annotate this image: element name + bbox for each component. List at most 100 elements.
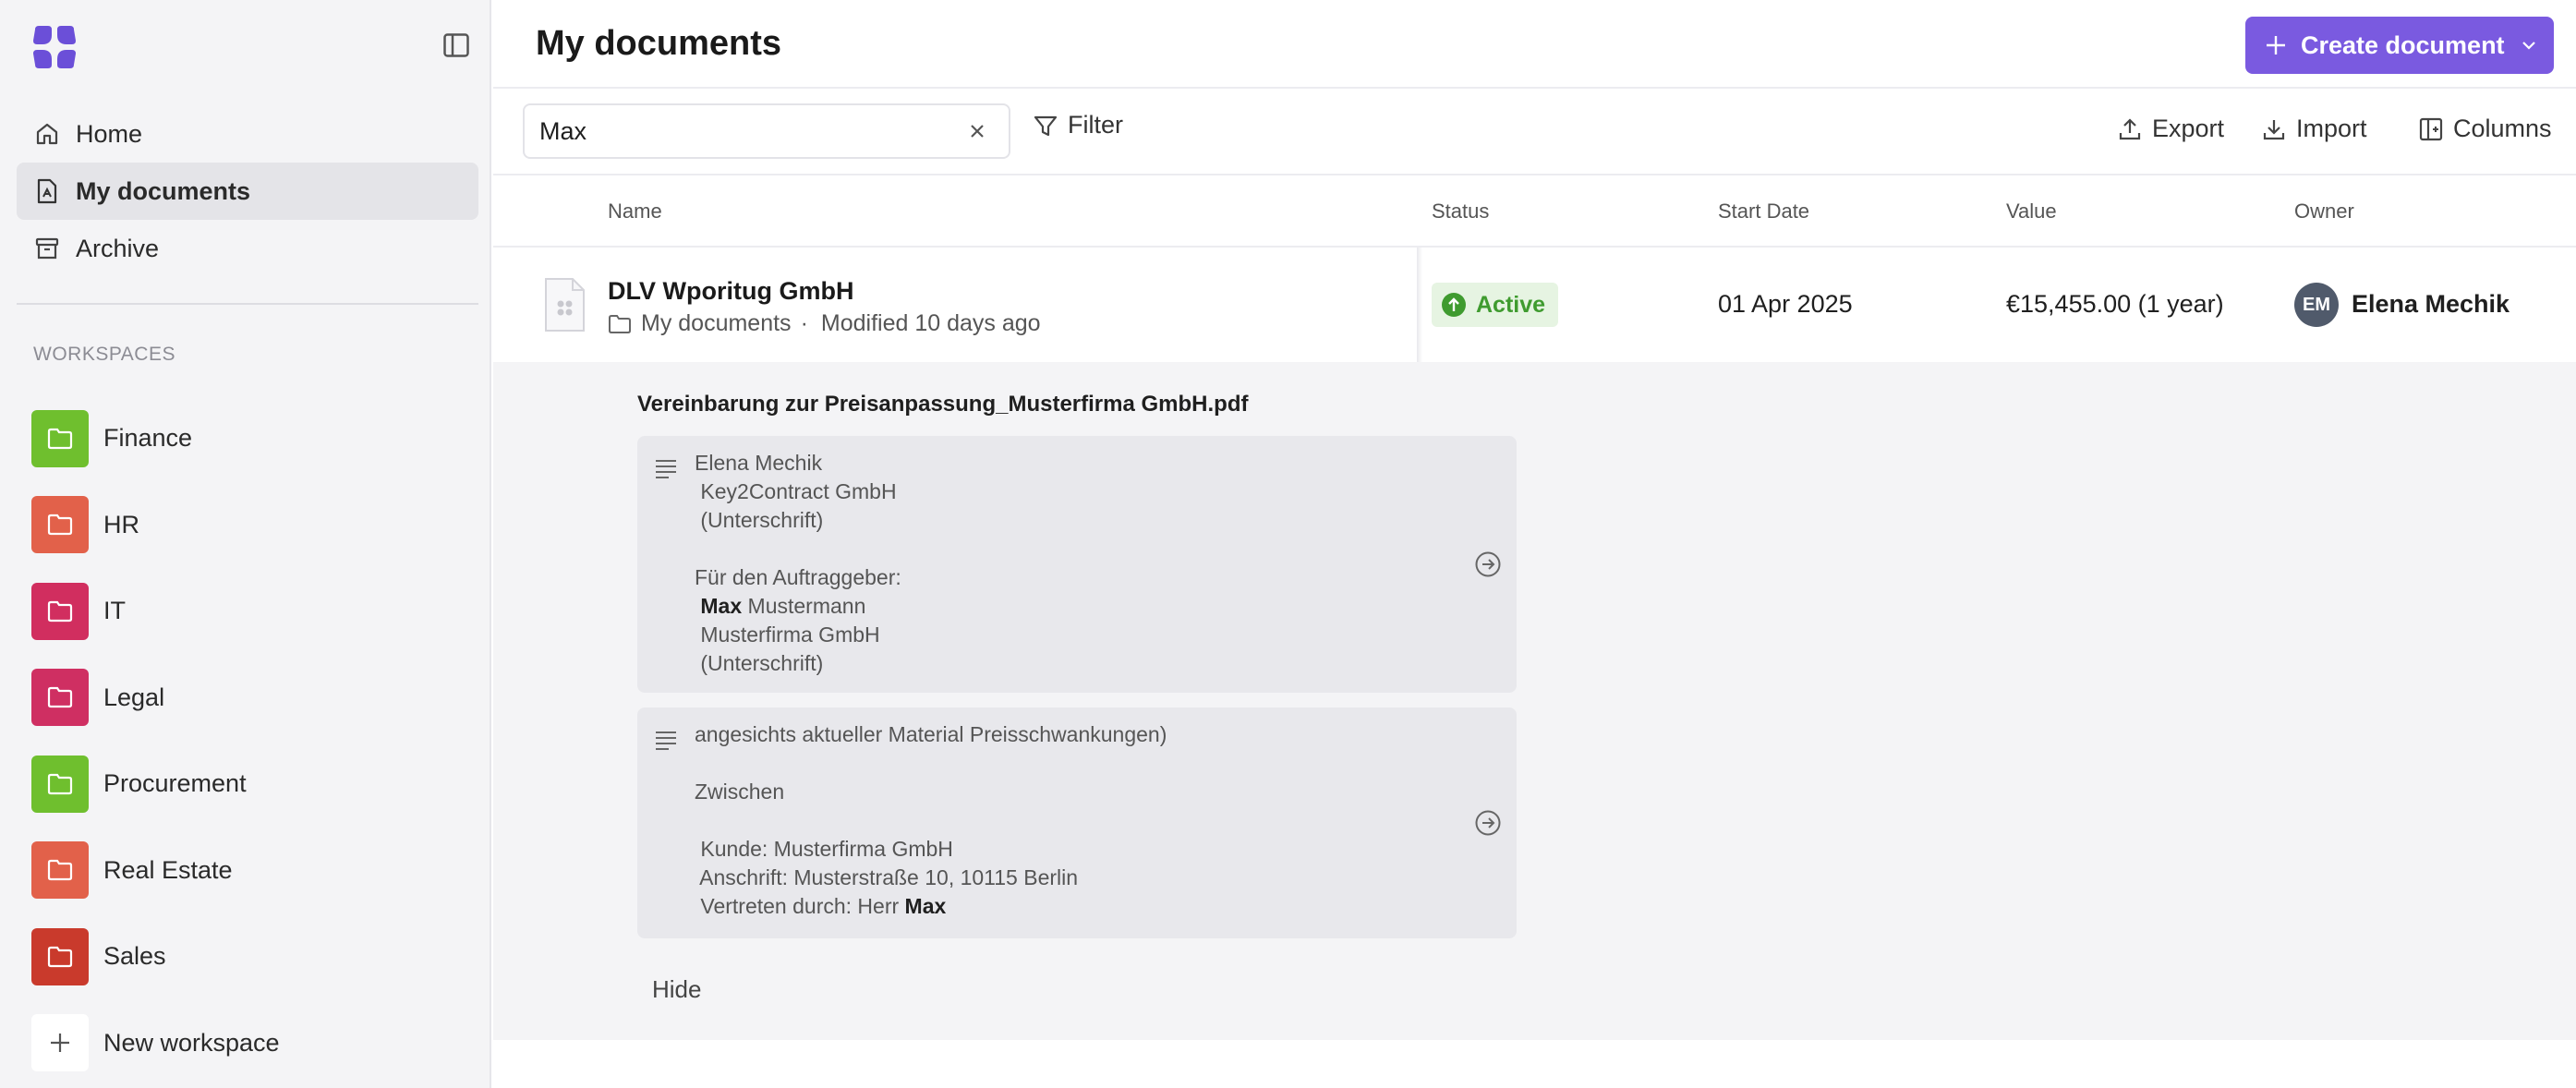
sidebar: Home My documents Archive WORKSPACES Fin… — [0, 0, 491, 1088]
page-header: My documents Create document — [493, 0, 2576, 89]
workspace-item-legal[interactable]: Legal — [31, 655, 475, 742]
close-icon[interactable] — [966, 120, 988, 142]
snippet-line: Mustermann — [742, 594, 866, 618]
snippet-line: Musterfirma GmbH — [695, 623, 880, 647]
document-meta: My documents · Modified 10 days ago — [608, 310, 1041, 337]
search-snippet[interactable]: angesichts aktueller Material Preisschwa… — [637, 707, 1517, 938]
search-value: Max — [539, 116, 587, 145]
workspace-label: IT — [103, 597, 126, 625]
search-input[interactable]: Max — [523, 103, 1010, 159]
filter-button[interactable]: Filter — [1033, 111, 1123, 139]
create-document-label: Create document — [2301, 30, 2505, 59]
nav-item-my-documents[interactable]: My documents — [17, 163, 478, 220]
arrow-right-circle-icon[interactable] — [1474, 550, 1502, 578]
new-workspace-label: New workspace — [103, 1028, 280, 1057]
snippet-line: Zwischen — [695, 780, 785, 804]
column-header-name[interactable]: Name — [608, 199, 662, 224]
nav-item-home[interactable]: Home — [17, 105, 478, 163]
chevron-down-icon[interactable] — [2519, 35, 2539, 55]
folder-icon — [31, 927, 89, 985]
workspace-label: Sales — [103, 942, 166, 971]
search-highlight: Max — [700, 594, 743, 618]
filter-label: Filter — [1068, 111, 1123, 139]
main-content: My documents Create document Max Filter … — [493, 0, 2576, 1088]
text-lines-icon — [656, 460, 676, 478]
snippet-line: (Unterschrift) — [695, 508, 824, 532]
workspace-item-hr[interactable]: HR — [31, 482, 475, 569]
workspace-label: Real Estate — [103, 855, 233, 884]
workspace-list: Finance HR IT Legal Procurement Real Est… — [31, 395, 475, 1086]
snippet-line: (Unterschrift) — [695, 651, 824, 675]
filter-icon — [1034, 115, 1058, 136]
table-header: Name Status Start Date Value Owner — [493, 177, 2576, 248]
snippet-text: Elena Mechik Key2Contract GmbH (Untersch… — [695, 449, 901, 678]
import-button[interactable]: Import — [2261, 115, 2367, 143]
nav-item-archive[interactable]: Archive — [17, 220, 478, 277]
folder-icon — [31, 841, 89, 900]
document-name[interactable]: DLV Wporitug GmbH — [608, 277, 853, 306]
snippet-line: Für den Auftraggeber: — [695, 565, 901, 589]
sidebar-divider — [17, 303, 478, 305]
export-button[interactable]: Export — [2117, 115, 2224, 143]
column-header-value[interactable]: Value — [2006, 199, 2057, 224]
document-icon — [33, 177, 61, 205]
workspace-item-finance[interactable]: Finance — [31, 395, 475, 482]
snippet-line: Vertreten durch: Herr — [695, 894, 905, 918]
plus-icon — [2267, 36, 2285, 54]
text-lines-icon — [656, 731, 676, 750]
plus-icon — [31, 1014, 89, 1072]
sidebar-toggle-icon[interactable] — [441, 31, 471, 59]
column-header-owner[interactable]: Owner — [2294, 199, 2354, 224]
archive-icon — [33, 235, 61, 262]
snippet-line: Kunde: Musterfirma GmbH — [695, 837, 953, 861]
workspace-item-real-estate[interactable]: Real Estate — [31, 828, 475, 914]
toolbar: Max Filter Export Import Columns — [493, 89, 2576, 175]
column-header-status[interactable]: Status — [1432, 199, 1489, 224]
file-icon — [545, 278, 585, 332]
snippet-text: angesichts aktueller Material Preisschwa… — [695, 720, 1167, 921]
avatar: EM — [2294, 283, 2339, 327]
main-nav: Home My documents Archive — [17, 105, 478, 277]
folder-icon — [31, 409, 89, 467]
workspace-item-sales[interactable]: Sales — [31, 913, 475, 1000]
status-label: Active — [1476, 291, 1546, 318]
workspace-label: Legal — [103, 683, 165, 711]
folder-icon — [31, 669, 89, 727]
workspace-item-it[interactable]: IT — [31, 568, 475, 655]
page-title: My documents — [536, 24, 782, 63]
document-folder[interactable]: My documents — [641, 310, 792, 337]
nav-item-label: My documents — [76, 176, 251, 205]
folder-icon — [609, 314, 631, 333]
workspace-item-procurement[interactable]: Procurement — [31, 741, 475, 828]
table-row[interactable]: DLV Wporitug GmbH My documents · Modifie… — [493, 248, 2576, 362]
search-snippet[interactable]: Elena Mechik Key2Contract GmbH (Untersch… — [637, 436, 1517, 693]
snippet-line: Key2Contract GmbH — [695, 479, 897, 503]
snippet-line: Anschrift: Musterstraße 10, 10115 Berlin — [695, 865, 1079, 889]
folder-icon — [31, 582, 89, 640]
hide-results-button[interactable]: Hide — [652, 975, 701, 1004]
search-results-panel: Vereinbarung zur Preisanpassung_Musterfi… — [493, 362, 2576, 1040]
workspace-label: Finance — [103, 424, 193, 453]
arrow-right-circle-icon[interactable] — [1474, 809, 1502, 837]
column-header-start-date[interactable]: Start Date — [1718, 199, 1809, 224]
document-modified: Modified 10 days ago — [820, 310, 1041, 336]
upload-icon — [2119, 117, 2141, 139]
create-document-button[interactable]: Create document — [2245, 17, 2554, 74]
start-date-cell: 01 Apr 2025 — [1718, 290, 1853, 318]
workspaces-heading: WORKSPACES — [33, 344, 175, 365]
export-label: Export — [2152, 115, 2225, 142]
result-file-name[interactable]: Vereinbarung zur Preisanpassung_Musterfi… — [637, 392, 1248, 417]
new-workspace-button[interactable]: New workspace — [31, 1000, 475, 1087]
folder-icon — [31, 755, 89, 813]
folder-icon — [31, 496, 89, 554]
search-highlight: Max — [904, 894, 947, 918]
workspace-label: HR — [103, 510, 139, 538]
columns-button[interactable]: Columns — [2418, 115, 2552, 143]
brand-logo-icon[interactable] — [31, 24, 78, 70]
snippet-line: Elena Mechik — [695, 451, 823, 475]
download-icon — [2263, 119, 2285, 139]
import-label: Import — [2296, 115, 2367, 142]
columns-label: Columns — [2453, 115, 2552, 142]
nav-item-label: Home — [76, 119, 143, 148]
snippet-line: angesichts aktueller Material Preisschwa… — [695, 722, 1167, 746]
